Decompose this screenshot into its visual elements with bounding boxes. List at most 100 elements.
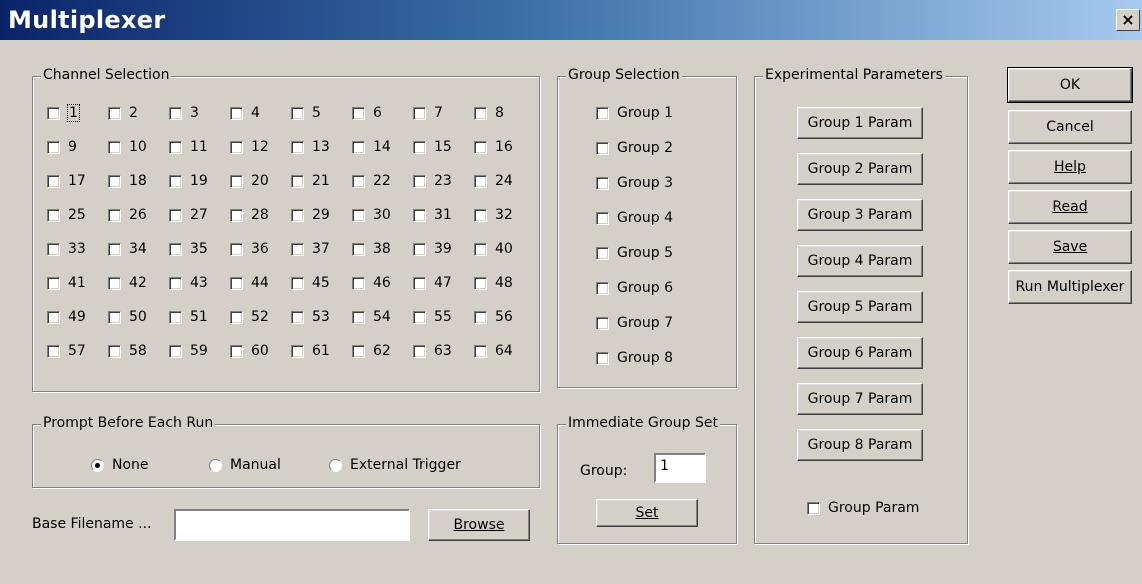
checkbox-box[interactable] xyxy=(230,140,243,154)
checkbox-box[interactable] xyxy=(108,106,121,120)
checkbox-box[interactable] xyxy=(291,242,304,256)
checkbox-box[interactable] xyxy=(47,208,60,222)
checkbox-box[interactable] xyxy=(230,344,243,358)
checkbox-box[interactable] xyxy=(108,310,121,324)
radio-dot[interactable] xyxy=(91,458,104,472)
group-param-checkbox[interactable]: Group Param xyxy=(807,500,919,516)
group-param-button[interactable]: Group 8 Param xyxy=(797,429,923,461)
checkbox-box[interactable] xyxy=(474,140,487,154)
channel-checkbox[interactable]: 30 xyxy=(352,207,391,223)
channel-checkbox[interactable]: 16 xyxy=(474,139,513,155)
checkbox-box[interactable] xyxy=(169,140,182,154)
checkbox-box[interactable] xyxy=(169,242,182,256)
channel-checkbox[interactable]: 49 xyxy=(47,309,86,325)
checkbox-box[interactable] xyxy=(169,276,182,290)
channel-checkbox[interactable]: 5 xyxy=(291,105,321,121)
channel-checkbox[interactable]: 59 xyxy=(169,343,208,359)
channel-checkbox[interactable]: 41 xyxy=(47,275,86,291)
checkbox-box[interactable] xyxy=(47,174,60,188)
checkbox-box[interactable] xyxy=(352,276,365,290)
channel-checkbox[interactable]: 19 xyxy=(169,173,208,189)
checkbox-box[interactable] xyxy=(230,276,243,290)
channel-checkbox[interactable]: 40 xyxy=(474,241,513,257)
channel-checkbox[interactable]: 46 xyxy=(352,275,391,291)
read-button[interactable]: Read xyxy=(1008,190,1132,224)
channel-checkbox[interactable]: 35 xyxy=(169,241,208,257)
channel-checkbox[interactable]: 12 xyxy=(230,139,269,155)
checkbox-box[interactable] xyxy=(108,344,121,358)
channel-checkbox[interactable]: 25 xyxy=(47,207,86,223)
group-number-input[interactable]: 1 xyxy=(654,453,706,483)
radio-none[interactable]: None xyxy=(91,457,149,473)
channel-checkbox[interactable]: 14 xyxy=(352,139,391,155)
channel-checkbox[interactable]: 33 xyxy=(47,241,86,257)
channel-checkbox[interactable]: 7 xyxy=(413,105,443,121)
channel-checkbox[interactable]: 57 xyxy=(47,343,86,359)
channel-checkbox[interactable]: 39 xyxy=(413,241,452,257)
group-checkbox[interactable]: Group 2 xyxy=(596,140,673,156)
checkbox-box[interactable] xyxy=(169,344,182,358)
group-checkbox[interactable]: Group 1 xyxy=(596,105,673,121)
channel-checkbox[interactable]: 44 xyxy=(230,275,269,291)
channel-checkbox[interactable]: 50 xyxy=(108,309,147,325)
channel-checkbox[interactable]: 11 xyxy=(169,139,208,155)
checkbox-box[interactable] xyxy=(291,140,304,154)
channel-checkbox[interactable]: 38 xyxy=(352,241,391,257)
checkbox-box[interactable] xyxy=(169,106,182,120)
channel-checkbox[interactable]: 3 xyxy=(169,105,199,121)
channel-checkbox[interactable]: 28 xyxy=(230,207,269,223)
radio-dot[interactable] xyxy=(329,458,342,472)
channel-checkbox[interactable]: 22 xyxy=(352,173,391,189)
checkbox-box[interactable] xyxy=(108,140,121,154)
checkbox-box[interactable] xyxy=(596,351,609,365)
channel-checkbox[interactable]: 29 xyxy=(291,207,330,223)
checkbox-box[interactable] xyxy=(474,344,487,358)
checkbox-box[interactable] xyxy=(596,106,609,120)
channel-checkbox[interactable]: 63 xyxy=(413,343,452,359)
channel-checkbox[interactable]: 2 xyxy=(108,105,138,121)
checkbox-box[interactable] xyxy=(47,106,60,120)
checkbox-box[interactable] xyxy=(352,140,365,154)
checkbox-box[interactable] xyxy=(413,276,426,290)
channel-checkbox[interactable]: 23 xyxy=(413,173,452,189)
channel-checkbox[interactable]: 17 xyxy=(47,173,86,189)
checkbox-box[interactable] xyxy=(352,242,365,256)
checkbox-box[interactable] xyxy=(413,208,426,222)
checkbox-box[interactable] xyxy=(230,208,243,222)
group-checkbox[interactable]: Group 4 xyxy=(596,210,673,226)
checkbox-box[interactable] xyxy=(291,344,304,358)
checkbox-box[interactable] xyxy=(596,211,609,225)
checkbox-box[interactable] xyxy=(291,174,304,188)
channel-checkbox[interactable]: 56 xyxy=(474,309,513,325)
checkbox-box[interactable] xyxy=(474,174,487,188)
channel-checkbox[interactable]: 64 xyxy=(474,343,513,359)
group-param-button[interactable]: Group 1 Param xyxy=(797,107,923,139)
checkbox-box[interactable] xyxy=(474,242,487,256)
checkbox-box[interactable] xyxy=(596,141,609,155)
base-filename-input[interactable] xyxy=(174,509,410,541)
channel-checkbox[interactable]: 24 xyxy=(474,173,513,189)
channel-checkbox[interactable]: 37 xyxy=(291,241,330,257)
checkbox-box[interactable] xyxy=(230,174,243,188)
channel-checkbox[interactable]: 36 xyxy=(230,241,269,257)
radio-external-trigger[interactable]: External Trigger xyxy=(329,457,461,473)
channel-checkbox[interactable]: 34 xyxy=(108,241,147,257)
radio-dot[interactable] xyxy=(209,458,222,472)
checkbox-box[interactable] xyxy=(413,106,426,120)
checkbox-box[interactable] xyxy=(352,310,365,324)
checkbox-box[interactable] xyxy=(47,344,60,358)
set-button[interactable]: Set xyxy=(596,499,698,527)
channel-checkbox[interactable]: 21 xyxy=(291,173,330,189)
channel-checkbox[interactable]: 52 xyxy=(230,309,269,325)
cancel-button[interactable]: Cancel xyxy=(1008,110,1132,144)
channel-checkbox[interactable]: 1 xyxy=(47,104,80,122)
channel-checkbox[interactable]: 48 xyxy=(474,275,513,291)
channel-checkbox[interactable]: 31 xyxy=(413,207,452,223)
channel-checkbox[interactable]: 6 xyxy=(352,105,382,121)
help-button[interactable]: Help xyxy=(1008,150,1132,184)
browse-button[interactable]: Browse xyxy=(428,509,530,541)
group-param-button[interactable]: Group 6 Param xyxy=(797,337,923,369)
checkbox-box[interactable] xyxy=(807,501,820,515)
checkbox-box[interactable] xyxy=(47,140,60,154)
group-checkbox[interactable]: Group 5 xyxy=(596,245,673,261)
